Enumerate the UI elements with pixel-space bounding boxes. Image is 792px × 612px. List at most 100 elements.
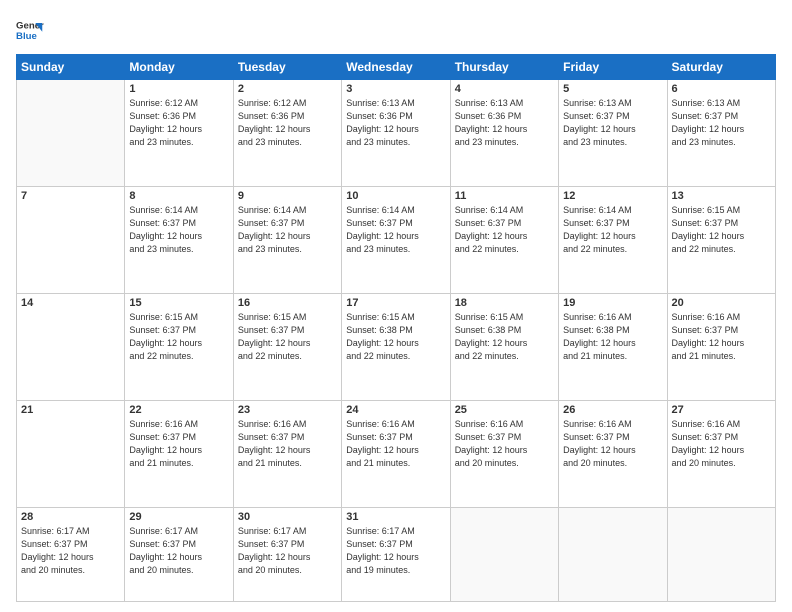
day-number: 8 — [129, 190, 228, 202]
calendar-cell — [450, 507, 558, 601]
day-info: Sunrise: 6:15 AMSunset: 6:37 PMDaylight:… — [129, 311, 228, 363]
calendar-header-tuesday: Tuesday — [233, 55, 341, 80]
day-info: Sunrise: 6:14 AMSunset: 6:37 PMDaylight:… — [563, 204, 662, 256]
calendar-cell: 23 Sunrise: 6:16 AMSunset: 6:37 PMDayligh… — [233, 400, 341, 507]
day-number: 27 — [672, 404, 771, 416]
calendar-cell: 18Sunrise: 6:15 AMSunset: 6:38 PMDayligh… — [450, 293, 558, 400]
day-number: 5 — [563, 83, 662, 95]
calendar-cell: 19 Sunrise: 6:16 AMSunset: 6:38 PMDayligh… — [559, 293, 667, 400]
calendar-header-saturday: Saturday — [667, 55, 775, 80]
day-number: 22 — [129, 404, 228, 416]
calendar-cell: 7 — [17, 186, 125, 293]
calendar-cell: 26Sunrise: 6:16 AMSunset: 6:37 PMDayligh… — [559, 400, 667, 507]
calendar-cell: 2 Sunrise: 6:12 AMSunset: 6:36 PMDaylight… — [233, 80, 341, 187]
day-number: 31 — [346, 511, 445, 523]
day-info: Sunrise: 6:14 AMSunset: 6:37 PMDaylight:… — [129, 204, 228, 256]
header: General Blue — [16, 16, 776, 44]
calendar-cell: 13 Sunrise: 6:15 AMSunset: 6:37 PMDayligh… — [667, 186, 775, 293]
calendar-cell: 30 Sunrise: 6:17 AMSunset: 6:37 PMDayligh… — [233, 507, 341, 601]
calendar-cell: 10 Sunrise: 6:14 AMSunset: 6:37 PMDayligh… — [342, 186, 450, 293]
calendar-week-row: 78 Sunrise: 6:14 AMSunset: 6:37 PMDayligh… — [17, 186, 776, 293]
day-number: 11 — [455, 190, 554, 202]
calendar-cell: 8 Sunrise: 6:14 AMSunset: 6:37 PMDaylight… — [125, 186, 233, 293]
day-number: 12 — [563, 190, 662, 202]
calendar-header-friday: Friday — [559, 55, 667, 80]
calendar-cell: 24Sunrise: 6:16 AMSunset: 6:37 PMDayligh… — [342, 400, 450, 507]
day-number: 17 — [346, 297, 445, 309]
day-number: 21 — [21, 404, 120, 416]
day-info: Sunrise: 6:16 AMSunset: 6:37 PMDaylight:… — [238, 418, 337, 470]
day-number: 15 — [129, 297, 228, 309]
day-info: Sunrise: 6:14 AMSunset: 6:37 PMDaylight:… — [238, 204, 337, 256]
day-info: Sunrise: 6:13 AMSunset: 6:36 PMDaylight:… — [455, 97, 554, 149]
calendar-cell: 29 Sunrise: 6:17 AMSunset: 6:37 PMDayligh… — [125, 507, 233, 601]
calendar-header-thursday: Thursday — [450, 55, 558, 80]
day-number: 9 — [238, 190, 337, 202]
day-number: 2 — [238, 83, 337, 95]
calendar-cell: 21 — [17, 400, 125, 507]
calendar-cell: 6 Sunrise: 6:13 AMSunset: 6:37 PMDaylight… — [667, 80, 775, 187]
day-info: Sunrise: 6:14 AMSunset: 6:37 PMDaylight:… — [346, 204, 445, 256]
day-number: 20 — [672, 297, 771, 309]
day-info: Sunrise: 6:13 AMSunset: 6:37 PMDaylight:… — [563, 97, 662, 149]
calendar-header-wednesday: Wednesday — [342, 55, 450, 80]
svg-text:Blue: Blue — [16, 31, 37, 42]
day-info: Sunrise: 6:15 AMSunset: 6:38 PMDaylight:… — [346, 311, 445, 363]
day-number: 19 — [563, 297, 662, 309]
day-info: Sunrise: 6:17 AMSunset: 6:37 PMDaylight:… — [129, 525, 228, 577]
day-info: Sunrise: 6:15 AMSunset: 6:37 PMDaylight:… — [238, 311, 337, 363]
calendar-cell: 22 Sunrise: 6:16 AMSunset: 6:37 PMDayligh… — [125, 400, 233, 507]
day-number: 30 — [238, 511, 337, 523]
day-number: 1 — [129, 83, 228, 95]
day-info: Sunrise: 6:16 AMSunset: 6:37 PMDaylight:… — [129, 418, 228, 470]
calendar-cell — [17, 80, 125, 187]
day-info: Sunrise: 6:15 AMSunset: 6:37 PMDaylight:… — [672, 204, 771, 256]
calendar-cell — [559, 507, 667, 601]
calendar-cell — [667, 507, 775, 601]
calendar-week-row: 21 22 Sunrise: 6:16 AMSunset: 6:37 PMDayli… — [17, 400, 776, 507]
day-number: 23 — [238, 404, 337, 416]
day-number: 6 — [672, 83, 771, 95]
day-number: 13 — [672, 190, 771, 202]
calendar-week-row: 1 Sunrise: 6:12 AMSunset: 6:36 PMDaylight… — [17, 80, 776, 187]
calendar-body: 1 Sunrise: 6:12 AMSunset: 6:36 PMDaylight… — [17, 80, 776, 602]
day-info: Sunrise: 6:13 AMSunset: 6:36 PMDaylight:… — [346, 97, 445, 149]
calendar-cell: 14 — [17, 293, 125, 400]
calendar-cell: 16Sunrise: 6:15 AMSunset: 6:37 PMDayligh… — [233, 293, 341, 400]
day-info: Sunrise: 6:14 AMSunset: 6:37 PMDaylight:… — [455, 204, 554, 256]
day-info: Sunrise: 6:17 AMSunset: 6:37 PMDaylight:… — [21, 525, 120, 577]
calendar-header-monday: Monday — [125, 55, 233, 80]
logo-icon: General Blue — [16, 16, 44, 44]
day-info: Sunrise: 6:12 AMSunset: 6:36 PMDaylight:… — [238, 97, 337, 149]
day-info: Sunrise: 6:16 AMSunset: 6:37 PMDaylight:… — [563, 418, 662, 470]
day-info: Sunrise: 6:12 AMSunset: 6:36 PMDaylight:… — [129, 97, 228, 149]
calendar-table: SundayMondayTuesdayWednesdayThursdayFrid… — [16, 54, 776, 602]
calendar-cell: 4 Sunrise: 6:13 AMSunset: 6:36 PMDaylight… — [450, 80, 558, 187]
calendar-cell: 1 Sunrise: 6:12 AMSunset: 6:36 PMDaylight… — [125, 80, 233, 187]
calendar-header-row: SundayMondayTuesdayWednesdayThursdayFrid… — [17, 55, 776, 80]
day-info: Sunrise: 6:16 AMSunset: 6:37 PMDaylight:… — [672, 311, 771, 363]
logo: General Blue — [16, 16, 44, 44]
day-info: Sunrise: 6:16 AMSunset: 6:38 PMDaylight:… — [563, 311, 662, 363]
calendar-cell: 20 Sunrise: 6:16 AMSunset: 6:37 PMDayligh… — [667, 293, 775, 400]
calendar-cell: 27Sunrise: 6:16 AMSunset: 6:37 PMDayligh… — [667, 400, 775, 507]
day-info: Sunrise: 6:16 AMSunset: 6:37 PMDaylight:… — [455, 418, 554, 470]
calendar-cell: 12 Sunrise: 6:14 AMSunset: 6:37 PMDayligh… — [559, 186, 667, 293]
calendar-header-sunday: Sunday — [17, 55, 125, 80]
calendar-cell: 3Sunrise: 6:13 AMSunset: 6:36 PMDaylight… — [342, 80, 450, 187]
day-number: 10 — [346, 190, 445, 202]
calendar-week-row: 14 15 Sunrise: 6:15 AMSunset: 6:37 PMDayli… — [17, 293, 776, 400]
calendar-cell: 5 Sunrise: 6:13 AMSunset: 6:37 PMDaylight… — [559, 80, 667, 187]
day-number: 4 — [455, 83, 554, 95]
day-info: Sunrise: 6:17 AMSunset: 6:37 PMDaylight:… — [238, 525, 337, 577]
calendar-cell: 11 Sunrise: 6:14 AMSunset: 6:37 PMDayligh… — [450, 186, 558, 293]
day-number: 14 — [21, 297, 120, 309]
day-info: Sunrise: 6:13 AMSunset: 6:37 PMDaylight:… — [672, 97, 771, 149]
day-number: 24 — [346, 404, 445, 416]
day-number: 7 — [21, 190, 120, 202]
calendar-cell: 9 Sunrise: 6:14 AMSunset: 6:37 PMDaylight… — [233, 186, 341, 293]
calendar-cell: 31Sunrise: 6:17 AMSunset: 6:37 PMDayligh… — [342, 507, 450, 601]
day-number: 29 — [129, 511, 228, 523]
calendar-week-row: 28Sunrise: 6:17 AMSunset: 6:37 PMDayligh… — [17, 507, 776, 601]
day-number: 25 — [455, 404, 554, 416]
